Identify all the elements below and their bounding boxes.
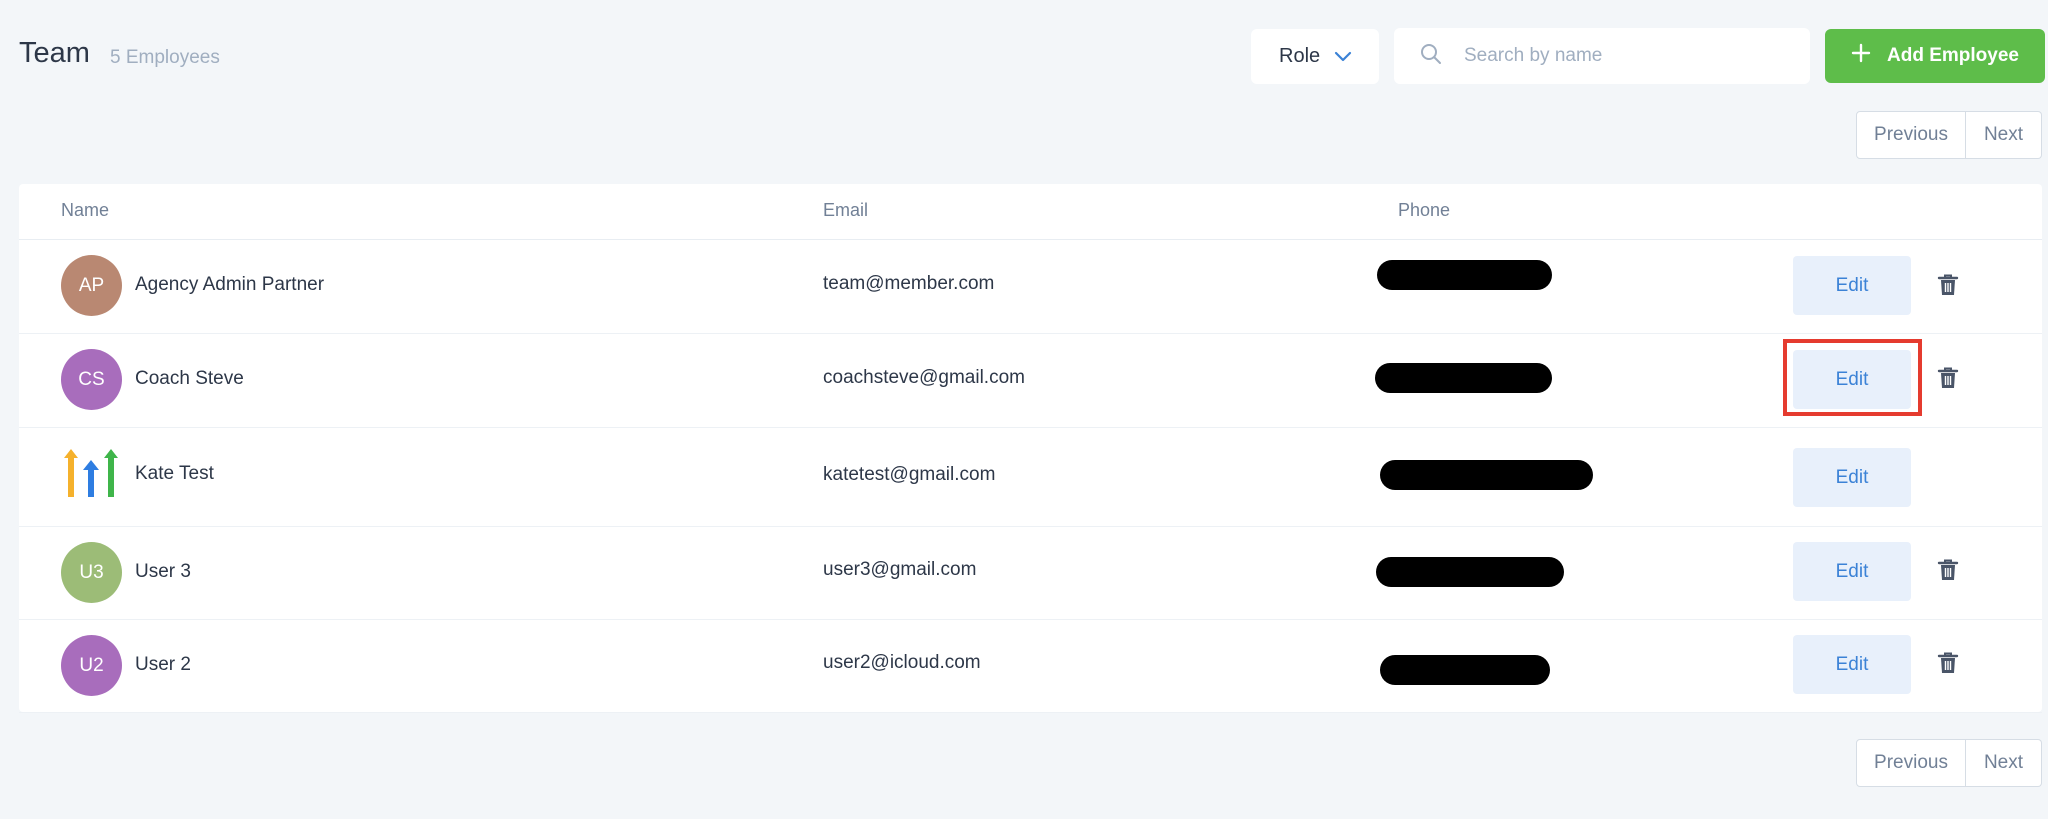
role-filter-dropdown[interactable]: Role [1251,29,1379,84]
brand-logo-icon [61,445,122,506]
column-header-name: Name [61,200,110,220]
table-row: U3 User 3 user3@gmail.com Edit [19,526,2042,620]
employee-name: Kate Test [135,463,214,484]
employee-name: Coach Steve [135,368,244,389]
phone-redacted [1377,260,1552,290]
employee-email: coachsteve@gmail.com [823,367,1025,388]
table-row: Kate Test katetest@gmail.com Edit [19,427,2042,527]
edit-button[interactable]: Edit [1793,350,1911,409]
employee-email: team@member.com [823,273,995,294]
employee-email: user3@gmail.com [823,559,977,580]
employee-name: User 3 [135,561,191,582]
trash-icon[interactable] [1937,273,1959,297]
employee-table: Name Email Phone AP Agency Admin Partner… [19,184,2042,713]
page-title: Team [19,37,90,69]
next-page-button[interactable]: Next [1966,111,2042,159]
role-filter-label: Role [1279,45,1321,67]
avatar: AP [61,255,122,316]
chevron-down-icon [1334,51,1352,62]
employee-name: Agency Admin Partner [135,274,325,295]
next-page-button[interactable]: Next [1966,739,2042,787]
column-header-email: Email [823,200,869,220]
plus-icon [1851,43,1871,69]
add-employee-label: Add Employee [1887,45,2019,66]
search-input[interactable] [1462,44,1796,68]
employee-email: katetest@gmail.com [823,464,996,485]
employee-name: User 2 [135,654,191,675]
add-employee-button[interactable]: Add Employee [1825,29,2045,83]
table-header: Name Email Phone [19,184,2042,240]
phone-redacted [1380,655,1550,685]
pagination-bottom: Previous Next [1856,739,2042,787]
trash-icon[interactable] [1937,651,1959,675]
previous-page-button[interactable]: Previous [1856,739,1966,787]
phone-redacted [1375,363,1552,393]
edit-button[interactable]: Edit [1793,635,1911,694]
phone-redacted [1380,460,1593,490]
employee-email: user2@icloud.com [823,652,981,673]
edit-button[interactable]: Edit [1793,256,1911,315]
phone-redacted [1376,557,1564,587]
trash-icon[interactable] [1937,558,1959,582]
column-header-phone: Phone [1398,200,1451,220]
table-row: CS Coach Steve coachsteve@gmail.com Edit [19,333,2042,428]
avatar: CS [61,349,122,410]
employee-count: 5 Employees [110,47,220,68]
avatar: U3 [61,542,122,603]
table-row: AP Agency Admin Partner team@member.com … [19,239,2042,334]
edit-button[interactable]: Edit [1793,542,1911,601]
avatar: U2 [61,635,122,696]
trash-icon[interactable] [1937,366,1959,390]
table-row: U2 User 2 user2@icloud.com Edit [19,619,2042,713]
search-box[interactable] [1394,28,1810,84]
edit-button[interactable]: Edit [1793,448,1911,507]
search-icon [1420,43,1442,70]
previous-page-button[interactable]: Previous [1856,111,1966,159]
pagination-top: Previous Next [1856,111,2042,159]
